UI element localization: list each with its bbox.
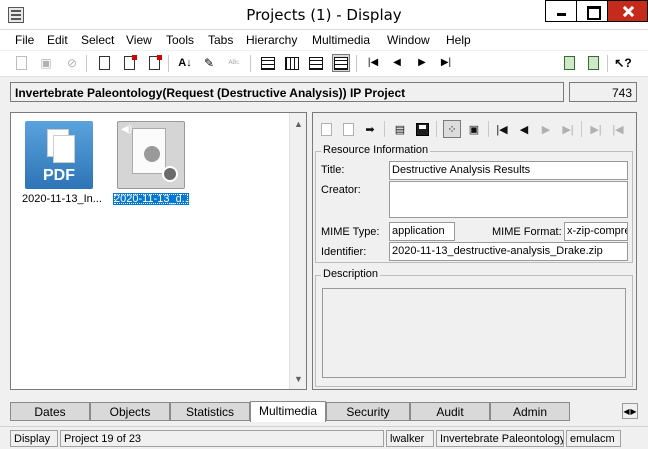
edit-icon[interactable]: ✎: [200, 54, 218, 72]
main-toolbar: ▣ ⊘ A↓ ✎ ᴬᴮᶜ |◀ ◀ ▶ ▶| ↖?: [0, 51, 648, 77]
status-database: emulacm: [566, 430, 621, 447]
scroll-up-icon[interactable]: ▲: [290, 115, 307, 132]
tab-audit[interactable]: Audit: [410, 402, 490, 421]
minimize-button[interactable]: [545, 0, 577, 22]
remove-resource-icon[interactable]: [339, 120, 357, 138]
details-view-icon[interactable]: [307, 54, 325, 72]
media-file-icon: ◀): [117, 121, 185, 189]
add-resource-icon[interactable]: [317, 120, 335, 138]
status-department: Invertebrate Paleontology: [436, 430, 564, 447]
context-help-icon[interactable]: ↖?: [614, 54, 632, 72]
first-record-icon[interactable]: |◀: [364, 54, 382, 72]
menu-help[interactable]: Help: [446, 33, 471, 47]
menu-tools[interactable]: Tools: [166, 33, 194, 47]
start-resource-icon[interactable]: |◀: [609, 120, 627, 138]
next-record-icon[interactable]: ▶: [413, 54, 431, 72]
resource-panel: ➡ ▤ ⁘ ▣ |◀ ◀ ▶ ▶| ▶| |◀ Resource Informa…: [312, 112, 637, 390]
title-bar: Projects (1) - Display: [0, 0, 648, 30]
status-bar: Display Project 19 of 23 lwalker Inverte…: [0, 426, 648, 449]
new-record-icon[interactable]: [12, 54, 30, 72]
description-field[interactable]: [322, 288, 626, 378]
description-legend: Description: [321, 268, 381, 280]
sort-icon[interactable]: A↓: [176, 54, 194, 72]
multimedia-item-label: 2020-11-13_d...: [113, 193, 191, 205]
menu-hierarchy[interactable]: Hierarchy: [246, 33, 297, 47]
record-count-field: 743: [569, 82, 637, 102]
first-resource-icon[interactable]: |◀: [493, 120, 511, 138]
cancel-icon[interactable]: ⊘: [63, 54, 81, 72]
menu-file[interactable]: File: [15, 33, 34, 47]
tab-scroll-buttons[interactable]: ◀ ▶: [622, 403, 638, 419]
identifier-label: Identifier:: [321, 246, 367, 258]
tab-strip: Dates Objects Statistics Multimedia Secu…: [10, 401, 620, 422]
status-record: Project 19 of 23: [60, 430, 384, 447]
tab-statistics[interactable]: Statistics: [170, 402, 250, 421]
creator-field[interactable]: [389, 181, 628, 218]
creator-label: Creator:: [321, 184, 361, 196]
mime-type-field[interactable]: application: [389, 222, 455, 241]
status-mode: Display: [10, 430, 58, 447]
title-label: Title:: [321, 164, 345, 176]
thumbnail-view-icon[interactable]: ⁘: [443, 120, 461, 138]
copy-window-icon[interactable]: [584, 54, 602, 72]
menu-view[interactable]: View: [126, 33, 152, 47]
resource-information-group: Resource Information Title: Destructive …: [315, 144, 633, 263]
last-resource-icon[interactable]: ▶|: [559, 120, 577, 138]
tab-admin[interactable]: Admin: [490, 402, 570, 421]
status-user: lwalker: [386, 430, 434, 447]
multimedia-item-label: 2020-11-13_In...: [22, 193, 102, 205]
page-view-icon[interactable]: [332, 54, 350, 72]
insert-resource-icon[interactable]: ➡: [361, 120, 379, 138]
attach-document-icon[interactable]: [145, 54, 163, 72]
multimedia-list[interactable]: PDF 2020-11-13_In... ◀) 2020-11-13_d... …: [10, 112, 307, 390]
tab-dates[interactable]: Dates: [10, 402, 90, 421]
table-view-icon[interactable]: [283, 54, 301, 72]
multimedia-item[interactable]: PDF 2020-11-13_In...: [21, 121, 102, 205]
tab-scroll-left-icon[interactable]: ◀: [623, 407, 629, 416]
list-view-icon[interactable]: [259, 54, 277, 72]
tab-security[interactable]: Security: [326, 402, 410, 421]
menu-window[interactable]: Window: [387, 33, 430, 47]
project-name-field: Invertebrate Paleontology(Request (Destr…: [10, 82, 564, 102]
import-resource-icon[interactable]: ▣: [465, 120, 483, 138]
previous-resource-icon[interactable]: ◀: [515, 120, 533, 138]
menu-edit[interactable]: Edit: [47, 33, 68, 47]
next-resource-icon[interactable]: ▶: [537, 120, 555, 138]
pdf-file-icon: PDF: [25, 121, 93, 189]
title-field[interactable]: Destructive Analysis Results: [389, 161, 628, 180]
menu-bar: File Edit Select View Tools Tabs Hierarc…: [0, 30, 648, 50]
menu-tabs[interactable]: Tabs: [208, 33, 233, 47]
previous-record-icon[interactable]: ◀: [388, 54, 406, 72]
multimedia-item-selected[interactable]: ◀) 2020-11-13_d...: [113, 121, 191, 205]
vertical-scrollbar[interactable]: ▲ ▼: [289, 113, 306, 389]
tab-multimedia[interactable]: Multimedia: [250, 401, 326, 422]
save-resource-icon[interactable]: [413, 120, 431, 138]
mime-format-field[interactable]: x-zip-compre: [564, 222, 628, 241]
scroll-down-icon[interactable]: ▼: [290, 370, 307, 387]
delete-document-icon[interactable]: [120, 54, 138, 72]
save-icon[interactable]: ▣: [37, 54, 55, 72]
tab-objects[interactable]: Objects: [90, 402, 170, 421]
spell-check-icon[interactable]: ᴬᴮᶜ: [225, 54, 243, 72]
open-document-icon[interactable]: [95, 54, 113, 72]
identifier-field[interactable]: 2020-11-13_destructive-analysis_Drake.zi…: [389, 242, 628, 261]
menu-multimedia[interactable]: Multimedia: [312, 33, 370, 47]
end-resource-icon[interactable]: ▶|: [587, 120, 605, 138]
new-window-icon[interactable]: [560, 54, 578, 72]
menu-select[interactable]: Select: [81, 33, 114, 47]
maximize-button[interactable]: [576, 0, 608, 22]
tab-scroll-right-icon[interactable]: ▶: [630, 407, 636, 416]
last-record-icon[interactable]: ▶|: [437, 54, 455, 72]
close-button[interactable]: [607, 0, 648, 22]
view-resource-icon[interactable]: ▤: [391, 120, 409, 138]
mime-type-label: MIME Type:: [321, 226, 380, 238]
mime-format-label: MIME Format:: [492, 226, 562, 238]
description-group: Description: [315, 268, 633, 387]
resource-information-legend: Resource Information: [321, 144, 431, 156]
